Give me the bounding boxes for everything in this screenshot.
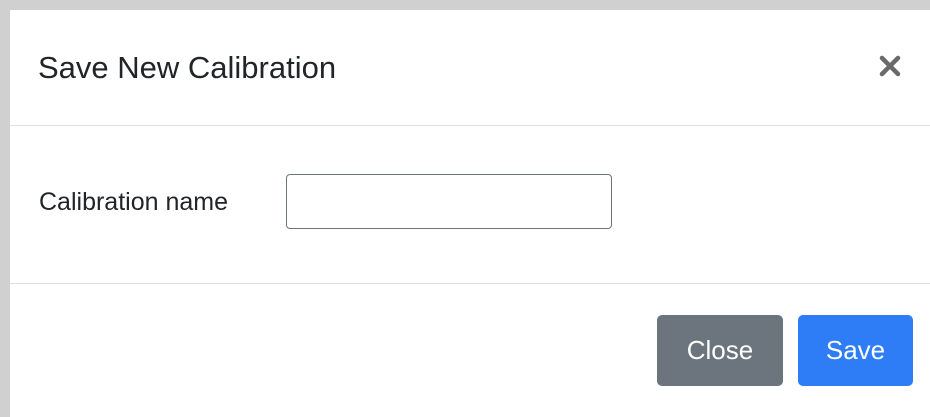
modal-title: Save New Calibration (38, 50, 337, 85)
close-button[interactable]: Close (657, 315, 783, 386)
calibration-name-input[interactable] (286, 174, 612, 229)
close-icon[interactable] (870, 46, 910, 86)
modal-header: Save New Calibration (10, 10, 930, 126)
save-calibration-modal: Save New Calibration Calibration name Cl… (10, 10, 930, 417)
calibration-name-label: Calibration name (39, 188, 228, 216)
modal-body: Calibration name (10, 126, 930, 284)
modal-footer: Close Save (10, 284, 930, 417)
save-button[interactable]: Save (798, 315, 913, 386)
